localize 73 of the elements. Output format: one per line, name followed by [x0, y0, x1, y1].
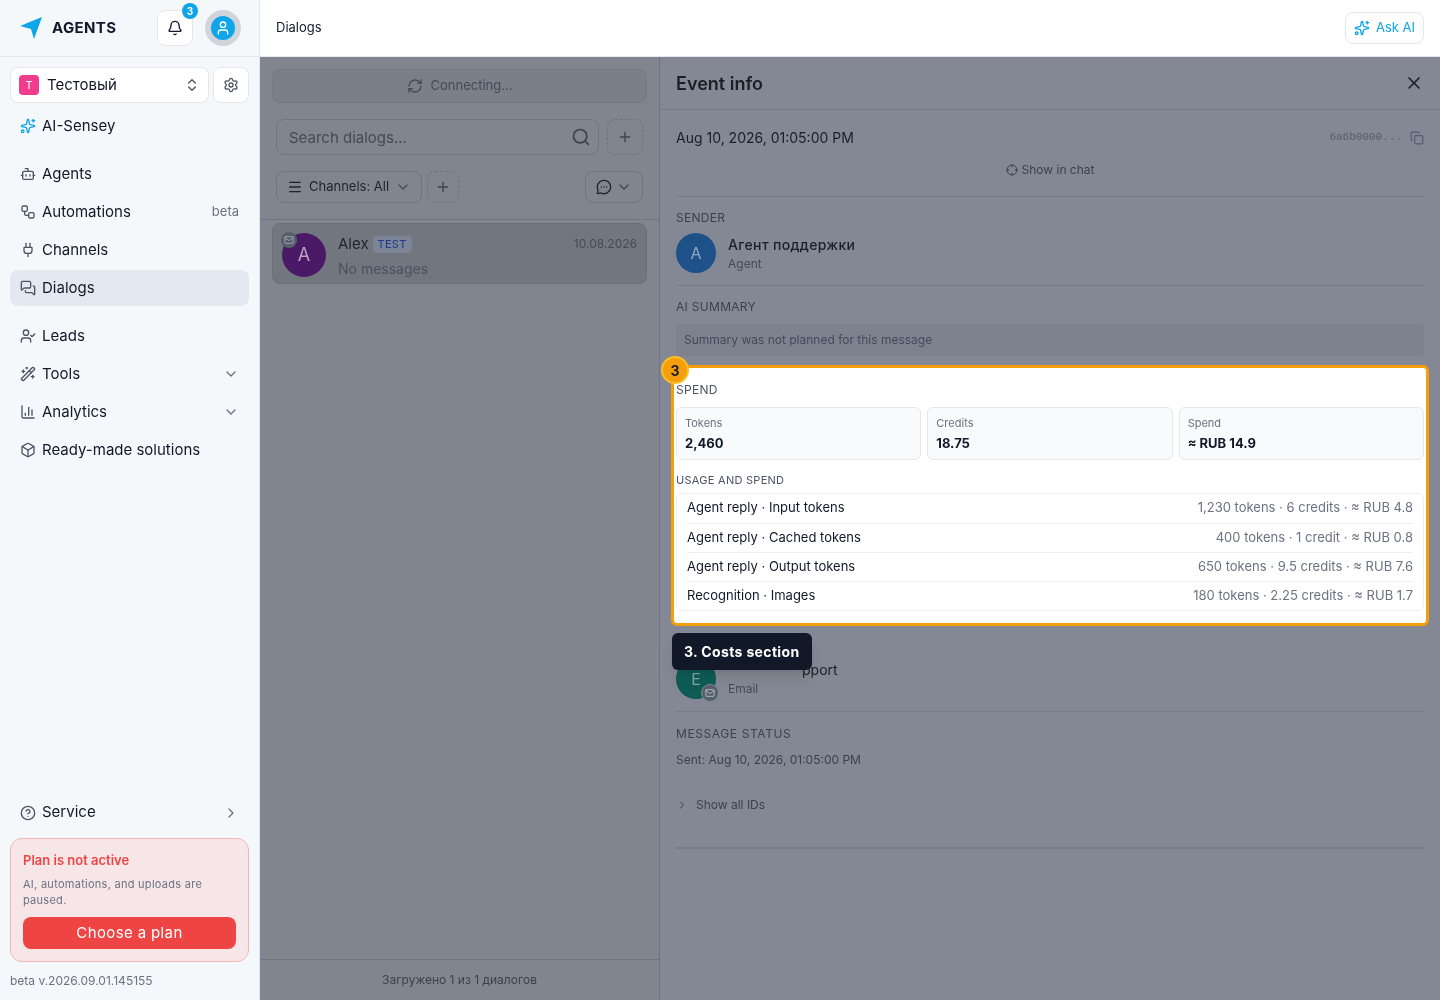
- mail-badge-icon: [281, 232, 297, 248]
- page-title: Dialogs: [276, 18, 323, 38]
- settings-button[interactable]: [213, 67, 249, 103]
- refresh-icon: [406, 78, 423, 94]
- dialogs-footer: Загружено 1 из 1 диалогов: [260, 959, 659, 1000]
- brand-name: AGENTS: [52, 16, 118, 39]
- choose-plan-button[interactable]: Choose a plan: [23, 917, 236, 949]
- nav-item[interactable]: AI-Sensey: [10, 108, 249, 144]
- usage-value: 180 tokens · 2.25 credits · ≈ RUB 1.7: [1193, 585, 1413, 605]
- usage-name: Agent reply · Output tokens: [687, 556, 857, 576]
- stat-label: Tokens: [685, 415, 724, 432]
- section-label: SENDER: [676, 209, 727, 227]
- sparkle-icon: [1353, 20, 1370, 36]
- stat-value: ≈ RUB 14.9: [1187, 433, 1257, 453]
- section-label: SPEND: [676, 381, 719, 399]
- usage-value: 650 tokens · 9.5 credits · ≈ RUB 7.6: [1197, 556, 1413, 576]
- usage-name: Recognition · Images: [687, 585, 817, 605]
- chat-bubble-icon: [596, 179, 612, 195]
- contact-name: Alex: [338, 233, 369, 255]
- nav-item[interactable]: Ready-made solutions: [10, 432, 249, 468]
- usage-value: 1,230 tokens · 6 credits · ≈ RUB 4.8: [1197, 498, 1413, 518]
- stat-label: Credits: [936, 415, 975, 432]
- profile-button[interactable]: [205, 10, 241, 46]
- avatar: A: [676, 233, 716, 273]
- sender-name: Агент поддержки: [728, 234, 856, 255]
- status-text: Sent: Aug 10, 2026, 01:05:00 PM: [676, 750, 862, 769]
- usage-name: Agent reply · Input tokens: [687, 498, 846, 518]
- channel-type: Email: [728, 680, 760, 698]
- beta-label: beta: [211, 202, 239, 222]
- plus-icon: [617, 129, 633, 145]
- notification-count: 3: [182, 3, 198, 19]
- message-type-dropdown[interactable]: [585, 171, 643, 203]
- tour-step-badge: 3: [661, 356, 689, 384]
- stat-value: 18.75: [936, 433, 971, 453]
- nav-item[interactable]: Channels: [10, 232, 249, 268]
- settings-icon: [223, 77, 239, 93]
- nav-item[interactable]: Dialogs: [10, 270, 249, 306]
- alert-title: Plan is not active: [23, 850, 131, 870]
- add-filter-button[interactable]: [427, 171, 460, 203]
- version-text: beta v.2026.09.01.145155: [10, 972, 154, 990]
- user-icon: [215, 20, 231, 36]
- service-item[interactable]: Service: [10, 794, 249, 831]
- nav-item[interactable]: Tools: [10, 356, 249, 392]
- menu-icon: [287, 179, 303, 195]
- section-label: MESSAGE STATUS: [676, 724, 793, 743]
- channels-filter[interactable]: Channels: All: [276, 171, 423, 203]
- bell-icon: [167, 20, 183, 36]
- copy-icon[interactable]: [1410, 130, 1424, 145]
- help-icon: [20, 804, 36, 821]
- workspace-selector[interactable]: T Тестовый: [10, 67, 209, 103]
- nav-item[interactable]: Leads: [10, 318, 249, 354]
- event-date: Aug 10, 2026, 01:05:00 PM: [676, 128, 855, 148]
- search-field[interactable]: Search dialogs...: [276, 119, 599, 155]
- search-icon: [571, 127, 591, 147]
- nav-item[interactable]: Agents: [10, 156, 249, 192]
- tour-tooltip: 3. Costs section: [672, 633, 812, 670]
- section-label: USAGE AND SPEND: [676, 472, 786, 489]
- alert-text: AI, automations, and uploads are paused.: [23, 876, 204, 908]
- nav-item[interactable]: Automations beta: [10, 194, 249, 230]
- section-label: AI SUMMARY: [676, 298, 758, 316]
- stat-label: Spend: [1187, 415, 1223, 432]
- test-tag: TEST: [372, 236, 412, 253]
- usage-name: Agent reply · Cached tokens: [687, 527, 862, 547]
- usage-value: 400 tokens · 1 credit · ≈ RUB 0.8: [1215, 527, 1413, 547]
- logo-icon: [18, 15, 44, 41]
- summary-text: Summary was not planned for this message: [676, 324, 1424, 356]
- avatar: A: [282, 233, 326, 277]
- nav-item[interactable]: Analytics: [10, 394, 249, 430]
- add-button[interactable]: [607, 119, 643, 155]
- sender-role: Agent: [728, 254, 763, 273]
- stat-value: 2,460: [685, 433, 725, 453]
- panel-title: Event info: [676, 71, 764, 96]
- crosshair-icon: [1005, 164, 1018, 176]
